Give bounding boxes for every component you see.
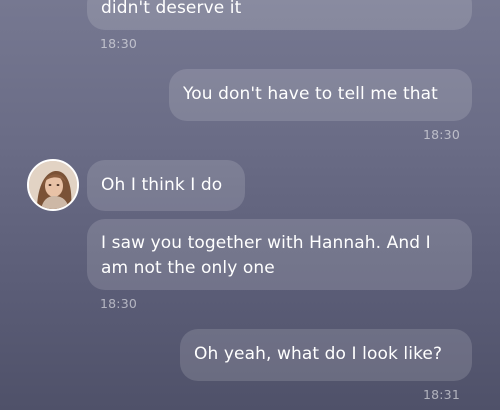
message-text: I saw you together with Hannah. And I am… xyxy=(101,233,431,278)
message-text: Oh yeah, what do I look like? xyxy=(194,344,443,364)
chat-thread: didn't deserve it 18:30 You don't have t… xyxy=(0,0,500,410)
message-text: You don't have to tell me that xyxy=(183,84,438,104)
incoming-message-bubble[interactable]: I saw you together with Hannah. And I am… xyxy=(87,219,472,290)
message-timestamp: 18:30 xyxy=(100,36,138,51)
incoming-message-bubble[interactable]: Oh I think I do xyxy=(87,160,245,211)
outgoing-message-bubble[interactable]: Oh yeah, what do I look like? xyxy=(180,329,472,381)
contact-avatar[interactable] xyxy=(27,159,79,211)
incoming-message-bubble[interactable]: didn't deserve it xyxy=(87,0,472,30)
outgoing-message-bubble[interactable]: You don't have to tell me that xyxy=(169,69,472,121)
avatar-photo-icon xyxy=(29,161,77,209)
message-timestamp: 18:31 xyxy=(422,387,460,402)
message-timestamp: 18:30 xyxy=(100,296,138,311)
message-timestamp: 18:30 xyxy=(422,127,460,142)
message-text: Oh I think I do xyxy=(101,175,223,195)
message-text: didn't deserve it xyxy=(101,0,242,18)
